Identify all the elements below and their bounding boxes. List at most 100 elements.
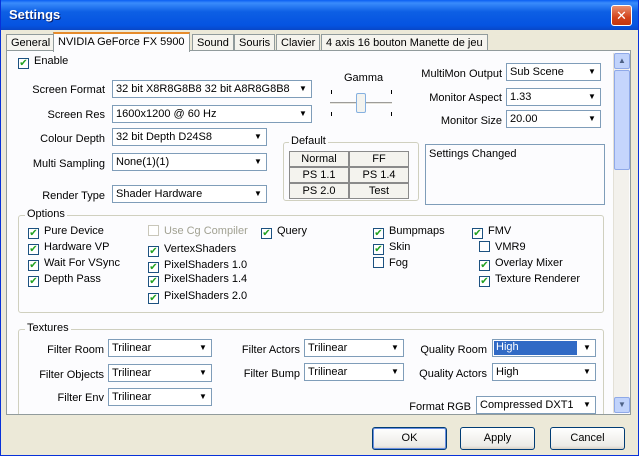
title-bar[interactable]: Settings ✕ [1,0,638,30]
close-button[interactable]: ✕ [611,5,632,26]
scroll-down-button[interactable]: ▼ [614,397,630,413]
filter-objects-select[interactable]: Trilinear ▼ [108,364,212,382]
check-icon: ✔ [261,228,272,239]
tab-manette-de-jeu[interactable]: 4 axis 16 bouton Manette de jeu [321,34,488,51]
wait-for-vsync-checkbox[interactable]: ✔ Wait For VSync [28,257,120,271]
screen-format-label: Screen Format [32,84,105,96]
format-rgb-select[interactable]: Compressed DXT1 ▼ [476,396,596,414]
slider-thumb[interactable] [356,93,366,113]
check-icon: ✔ [28,276,39,287]
quality-room-label: Quality Room [420,344,487,356]
bumpmaps-checkbox[interactable]: ✔ Bumpmaps [373,225,445,239]
filter-room-select[interactable]: Trilinear ▼ [108,339,212,357]
monitor-aspect-select[interactable]: 1.33 ▼ [506,88,601,106]
settings-content: ✔ Enable Screen Format 32 bit X8R8G8B8 32… [7,51,613,414]
gamma-slider[interactable] [327,88,395,118]
multi-sampling-label: Multi Sampling [32,158,105,170]
check-icon: ✔ [479,260,490,271]
colour-depth-label: Colour Depth [40,133,105,145]
ok-button[interactable]: OK [372,427,447,450]
filter-bump-select[interactable]: Trilinear ▼ [304,363,404,381]
chevron-down-icon: ▼ [251,155,265,169]
status-text: Settings Changed [429,148,517,160]
tab-panel: ✔ Enable Screen Format 32 bit X8R8G8B8 32… [6,50,631,415]
chevron-down-icon: ▼ [585,65,599,79]
ff-button[interactable]: FF [349,151,409,167]
multi-sampling-select[interactable]: None(1)(1) ▼ [112,153,267,171]
chevron-down-icon: ▼ [585,90,599,104]
quality-room-select[interactable]: High ▼ [492,339,596,357]
check-icon: ✔ [18,58,29,69]
render-type-select[interactable]: Shader Hardware ▼ [112,185,267,203]
chevron-down-icon: ▼ [388,341,402,355]
chevron-down-icon: ▼ [196,341,210,355]
render-type-label: Render Type [42,190,105,202]
tab-clavier[interactable]: Clavier [276,34,321,51]
vmr9-checkbox[interactable]: VMR9 [479,241,526,253]
ps14-button[interactable]: PS 1.4 [349,167,409,183]
filter-actors-select[interactable]: Trilinear ▼ [304,339,404,357]
ps20-button[interactable]: PS 2.0 [289,183,349,199]
slider-tick [331,112,332,116]
fmv-checkbox[interactable]: ✔ FMV [472,225,511,239]
settings-window: Settings ✕ General NVIDIA GeForce FX 590… [0,0,639,456]
pure-device-checkbox[interactable]: ✔ Pure Device [28,225,104,239]
pixelshaders-14-checkbox[interactable]: ✔ PixelShaders 1.4 [148,273,247,287]
status-textbox[interactable]: Settings Changed [425,144,605,205]
monitor-aspect-label: Monitor Aspect [429,92,502,104]
chevron-down-icon: ▼ [196,366,210,380]
normal-button[interactable]: Normal [289,151,349,167]
overlay-mixer-checkbox[interactable]: ✔ Overlay Mixer [479,257,563,271]
chevron-down-icon: ▼ [580,365,594,379]
pixelshaders-10-checkbox[interactable]: ✔ PixelShaders 1.0 [148,259,247,273]
query-checkbox[interactable]: ✔ Query [261,225,307,239]
filter-env-select[interactable]: Trilinear ▼ [108,388,212,406]
scroll-thumb[interactable] [614,70,630,170]
screen-format-select[interactable]: 32 bit X8R8G8B8 32 bit A8R8G8B8 ▼ [112,80,312,98]
filter-objects-label: Filter Objects [39,369,104,381]
pixelshaders-20-checkbox[interactable]: ✔ PixelShaders 2.0 [148,290,247,304]
chevron-down-icon: ▼ [618,400,626,409]
window-title: Settings [9,7,61,22]
quality-actors-select[interactable]: High ▼ [492,363,596,381]
check-icon: ✔ [479,276,490,287]
fog-checkbox[interactable]: Fog [373,257,408,269]
slider-tick [331,90,332,94]
multimon-output-select[interactable]: Sub Scene ▼ [506,63,601,81]
multimon-output-label: MultiMon Output [421,68,502,80]
skin-checkbox[interactable]: ✔ Skin [373,241,410,255]
check-icon: ✔ [28,260,39,271]
apply-button[interactable]: Apply [460,427,535,450]
tab-souris[interactable]: Souris [234,34,276,51]
check-icon: ✔ [28,228,39,239]
check-icon: ✔ [28,244,39,255]
hardware-vp-checkbox[interactable]: ✔ Hardware VP [28,241,109,255]
chevron-down-icon: ▼ [196,390,210,404]
vertexshaders-checkbox[interactable]: ✔ VertexShaders [148,243,236,257]
depth-pass-checkbox[interactable]: ✔ Depth Pass [28,273,101,287]
check-icon: ✔ [373,228,384,239]
slider-tick [391,112,392,116]
check-icon: ✔ [148,246,159,257]
tab-sound[interactable]: Sound [192,34,234,51]
monitor-size-label: Monitor Size [440,115,502,127]
scroll-up-button[interactable]: ▲ [614,53,630,69]
test-button[interactable]: Test [349,183,409,199]
screen-res-select[interactable]: 1600x1200 @ 60 Hz ▼ [112,105,312,123]
cancel-button[interactable]: Cancel [550,427,625,450]
vertical-scrollbar[interactable]: ▲ ▼ [613,53,630,413]
monitor-size-select[interactable]: 20.00 ▼ [506,110,601,128]
texture-renderer-checkbox[interactable]: ✔ Texture Renderer [479,273,580,287]
chevron-down-icon: ▼ [585,112,599,126]
textures-group-title: Textures [25,322,71,334]
chevron-down-icon: ▼ [251,187,265,201]
gamma-label: Gamma [344,72,384,84]
enable-checkbox[interactable]: ✔ Enable [18,55,68,69]
tab-nvidia-geforce[interactable]: NVIDIA GeForce FX 5900 [53,32,190,52]
check-icon: ✔ [148,262,159,273]
tab-general[interactable]: General [6,34,56,51]
quality-actors-label: Quality Actors [419,368,487,380]
colour-depth-select[interactable]: 32 bit Depth D24S8 ▼ [112,128,267,146]
ps11-button[interactable]: PS 1.1 [289,167,349,183]
chevron-up-icon: ▲ [618,56,626,65]
